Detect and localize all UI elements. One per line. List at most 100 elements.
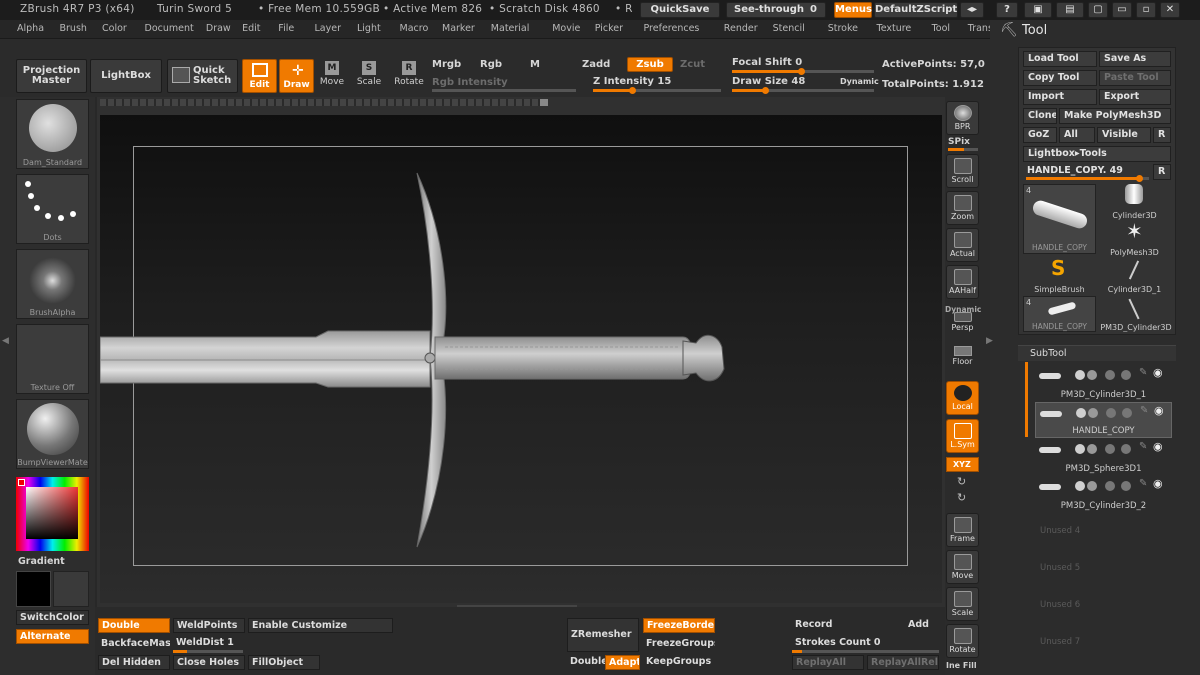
frame-button[interactable]: Frame [946, 513, 979, 547]
secondary-color-swatch[interactable] [53, 571, 89, 607]
eye-icon[interactable]: ◉ [1153, 477, 1163, 490]
brush-icon[interactable]: ✎ [1139, 441, 1147, 452]
clone-button[interactable]: Clone [1023, 108, 1057, 124]
minimize-icon[interactable]: ▭ [1112, 2, 1132, 18]
subtool-item[interactable]: ✎ ◉ PM3D_Cylinder3D_1 [1035, 365, 1172, 401]
tool-thumb-handle-copy[interactable]: 4 HANDLE_COPY [1023, 184, 1096, 254]
menu-preferences[interactable]: Preferences [644, 23, 700, 34]
material-icon[interactable] [1088, 408, 1098, 418]
scroll-button[interactable]: Scroll [946, 154, 979, 188]
stroke-selector[interactable]: Dots [16, 174, 89, 244]
color-picker[interactable] [16, 477, 89, 551]
menu-alpha[interactable]: Alpha [17, 23, 44, 34]
subtool-unused-slot[interactable]: Unused 4 [1040, 526, 1080, 536]
line-fill-button[interactable]: Ine Fill [946, 661, 977, 670]
sword-model[interactable] [100, 115, 942, 603]
arrows-icon[interactable]: ◂▸ [960, 2, 984, 18]
subtool-header[interactable]: SubTool [1018, 345, 1176, 361]
weldpoints-button[interactable]: WeldPoints [173, 618, 245, 633]
dynamesh-icon[interactable] [1121, 444, 1131, 454]
zremesher-button[interactable]: ZRemesher [567, 618, 639, 652]
menu-render[interactable]: Render [724, 23, 758, 34]
quicksave-button[interactable]: QuickSave [640, 2, 720, 18]
polypaint-icon[interactable] [1076, 408, 1086, 418]
record-button[interactable]: Record [792, 618, 897, 633]
restore-icon[interactable]: ▫ [1136, 2, 1156, 18]
aahalf-button[interactable]: AAHalf [946, 265, 979, 299]
make-polymesh-button[interactable]: Make PolyMesh3D [1059, 108, 1171, 124]
save-as-button[interactable]: Save As [1099, 51, 1171, 67]
tool-thumb-polymesh3d[interactable]: ✶ PolyMesh3D [1098, 219, 1171, 257]
dynamesh-icon[interactable] [1121, 481, 1131, 491]
menu-tool[interactable]: Tool [932, 23, 950, 34]
replay-all-button[interactable]: ReplayAll [792, 655, 864, 670]
rotate-y-icon[interactable]: ↻ [957, 475, 966, 488]
switchcolor-button[interactable]: SwitchColor [16, 610, 89, 625]
menus-button[interactable]: Menus [834, 2, 872, 18]
lsym-button[interactable]: L.Sym [946, 419, 979, 453]
rgb-button[interactable]: Rgb [480, 59, 502, 70]
menu-color[interactable]: Color [102, 23, 127, 34]
freeze-border-button[interactable]: FreezeBorde [643, 618, 715, 633]
bpr-button[interactable]: BPR [946, 101, 979, 135]
menu-stencil[interactable]: Stencil [773, 23, 805, 34]
dynamesh-icon[interactable] [1122, 408, 1132, 418]
help-icon[interactable]: ? [996, 2, 1018, 18]
draw-button[interactable]: ✛ Draw [279, 59, 314, 93]
export-button[interactable]: Export [1099, 89, 1171, 105]
menu-document[interactable]: Document [145, 23, 194, 34]
menu-edit[interactable]: Edit [242, 23, 260, 34]
tool-thumb-handle-copy-2[interactable]: 4 HANDLE_COPY [1023, 296, 1096, 332]
zcut-button[interactable]: Zcut [680, 59, 705, 70]
subtool-item[interactable]: ✎ ◉ PM3D_Cylinder3D_2 [1035, 476, 1172, 512]
color-square[interactable] [26, 487, 78, 539]
actual-button[interactable]: Actual [946, 228, 979, 262]
move-nav-button[interactable]: Move [946, 550, 979, 584]
material-icon[interactable] [1087, 370, 1097, 380]
visible-button[interactable]: Visible [1097, 127, 1151, 143]
alternate-button[interactable]: Alternate [16, 629, 89, 644]
del-hidden-button[interactable]: Del Hidden [98, 655, 170, 670]
zadd-button[interactable]: Zadd [582, 59, 610, 70]
subtool-unused-slot[interactable]: Unused 7 [1040, 637, 1080, 647]
subtool-scrollbar[interactable] [1025, 362, 1028, 437]
polypaint-icon[interactable] [1075, 481, 1085, 491]
dynamic-button[interactable]: Dynamic [840, 77, 879, 86]
import-button[interactable]: Import [1023, 89, 1097, 105]
close-icon[interactable]: ✕ [1160, 2, 1180, 18]
polypaint-icon[interactable] [1075, 370, 1085, 380]
menu-macro[interactable]: Macro [400, 23, 429, 34]
enable-customize-button[interactable]: Enable Customize [248, 618, 393, 633]
tool-panel-title[interactable]: Tool [1022, 23, 1047, 38]
lock-icon[interactable]: ▢ [1088, 2, 1108, 18]
dynamesh-icon[interactable] [1121, 370, 1131, 380]
zsub-button[interactable]: Zsub [627, 57, 673, 72]
ruler-handle[interactable] [540, 99, 548, 106]
brush-icon[interactable]: ✎ [1140, 405, 1148, 416]
local-button[interactable]: Local [946, 381, 979, 415]
m-button[interactable]: M [530, 59, 540, 70]
menu-texture[interactable]: Texture [877, 23, 912, 34]
merge-icon[interactable] [1105, 444, 1115, 454]
eye-icon[interactable]: ◉ [1153, 366, 1163, 379]
welddist-slider[interactable]: WeldDist 1 [173, 636, 245, 651]
menu-brush[interactable]: Brush [60, 23, 87, 34]
polypaint-icon[interactable] [1075, 444, 1085, 454]
adapt-button[interactable]: Adapt [605, 655, 640, 670]
keepgroups-button[interactable]: KeepGroups [643, 655, 715, 670]
merge-icon[interactable] [1105, 370, 1115, 380]
replay-all-rel-button[interactable]: ReplayAllRel [867, 655, 939, 670]
rotate-z-icon[interactable]: ↻ [957, 491, 966, 504]
rotate-nav-button[interactable]: Rotate [946, 624, 979, 658]
projection-master-button[interactable]: Projection Master [16, 59, 87, 93]
menu-material[interactable]: Material [491, 23, 530, 34]
scale-button[interactable]: S Scale [355, 59, 383, 93]
tool-thumb-cylinder3d-1[interactable]: Cylinder3D_1 [1098, 258, 1171, 294]
add-button[interactable]: Add [905, 618, 939, 633]
paste-tool-button[interactable]: Paste Tool [1099, 70, 1171, 86]
default-zscript-button[interactable]: DefaultZScript [874, 2, 958, 18]
tool-thumb-simplebrush[interactable]: S SimpleBrush [1023, 256, 1096, 294]
menu-draw[interactable]: Draw [206, 23, 231, 34]
mrgb-button[interactable]: Mrgb [432, 59, 461, 70]
brush-icon[interactable]: ✎ [1139, 478, 1147, 489]
